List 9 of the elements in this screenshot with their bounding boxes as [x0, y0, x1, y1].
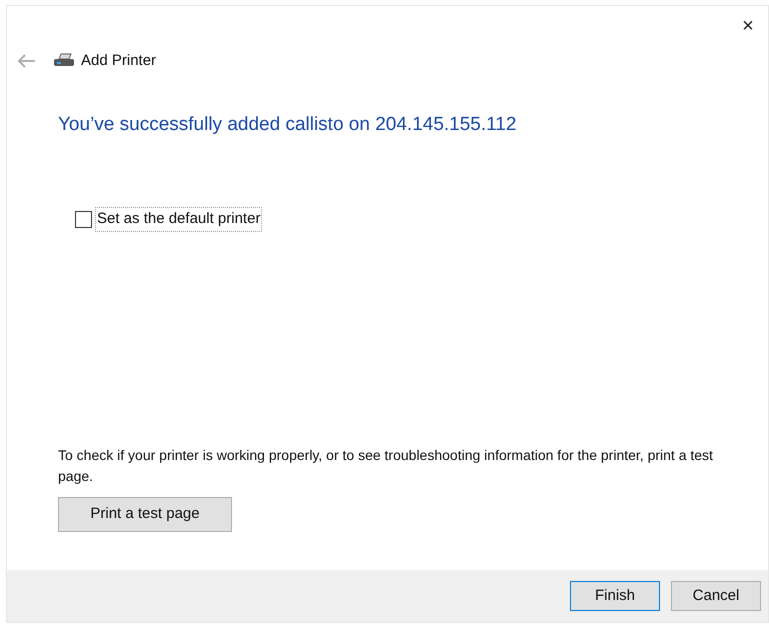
- close-button[interactable]: ×: [736, 14, 760, 38]
- default-printer-checkbox[interactable]: [75, 210, 92, 228]
- print-test-page-button[interactable]: Print a test page: [58, 497, 232, 532]
- dialog-button[interactable]: Finish: [570, 581, 660, 611]
- dialog-button[interactable]: Cancel: [671, 581, 761, 611]
- checkbox-label[interactable]: Set as the default printer: [95, 207, 262, 232]
- window-title: Add Printer: [81, 51, 156, 71]
- success-heading: You’ve successfully added callisto on 204.145.155.112: [58, 112, 518, 136]
- info-text: To check if your printer is working properly, or to see troubleshooting information for the printer, print a test page.: [58, 446, 714, 486]
